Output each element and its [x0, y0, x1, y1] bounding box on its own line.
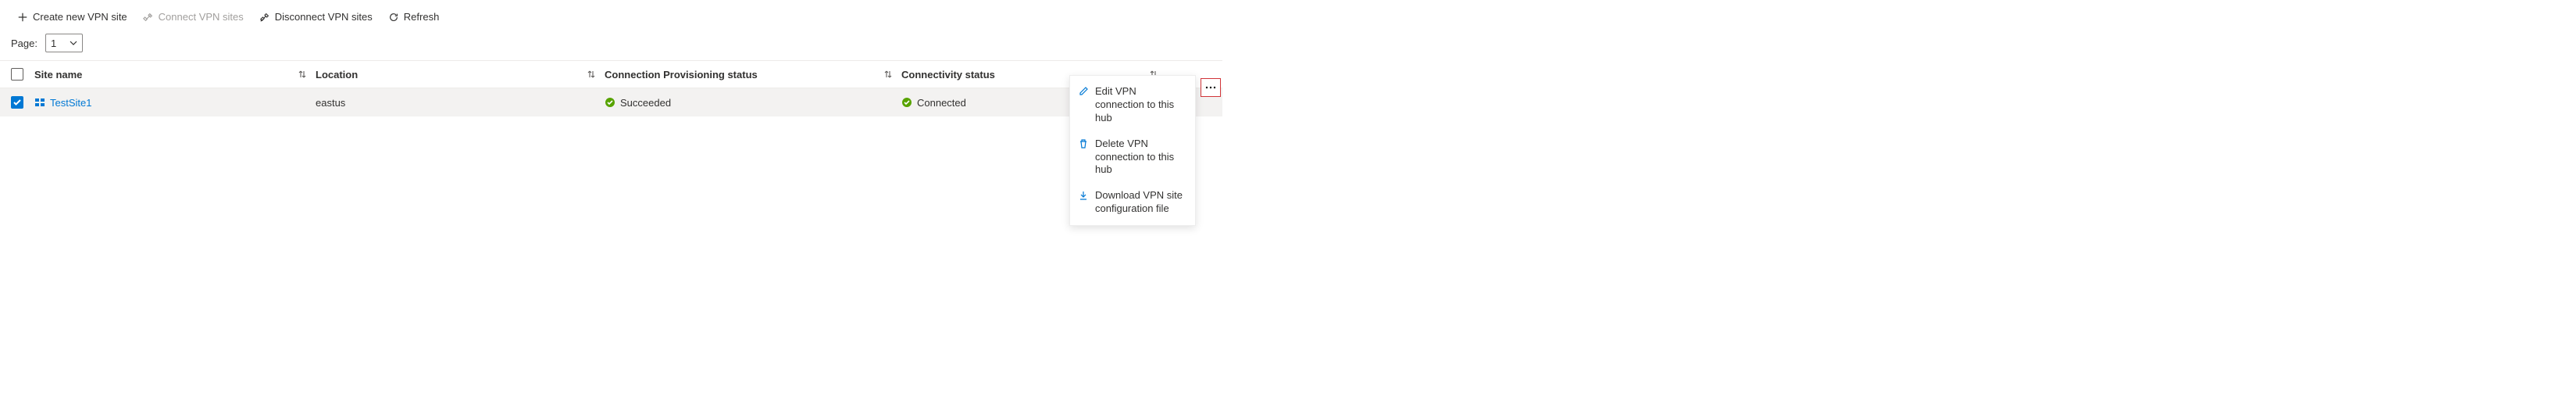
vpn-site-icon — [34, 97, 45, 108]
refresh-button[interactable]: Refresh — [382, 8, 446, 26]
refresh-label: Refresh — [404, 11, 440, 23]
trash-icon — [1078, 138, 1089, 149]
header-provisioning-label: Connection Provisioning status — [605, 69, 878, 81]
menu-download-label: Download VPN site configuration file — [1095, 189, 1187, 216]
create-label: Create new VPN site — [33, 11, 127, 23]
location-value: eastus — [316, 97, 345, 109]
success-icon — [605, 97, 615, 108]
menu-delete-connection[interactable]: Delete VPN connection to this hub — [1070, 131, 1195, 184]
download-icon — [1078, 190, 1089, 201]
menu-edit-connection[interactable]: Edit VPN connection to this hub — [1070, 79, 1195, 131]
toolbar: Create new VPN site Connect VPN sites Di… — [0, 0, 1222, 30]
disconnect-icon — [259, 12, 270, 23]
page-label: Page: — [11, 38, 37, 49]
sort-icon — [586, 69, 597, 80]
table-header: Site name Location Connection Provisioni… — [0, 60, 1222, 88]
table-row[interactable]: TestSite1 eastus Succeeded Connected — [0, 88, 1222, 116]
page-select[interactable]: 1 — [45, 34, 83, 52]
disconnect-vpn-sites-button[interactable]: Disconnect VPN sites — [253, 8, 379, 26]
connect-label: Connect VPN sites — [159, 11, 244, 23]
site-name-link[interactable]: TestSite1 — [50, 97, 91, 109]
connectivity-value: Connected — [917, 97, 966, 109]
sort-icon — [883, 69, 894, 80]
more-icon — [1205, 86, 1216, 89]
create-vpn-site-button[interactable]: Create new VPN site — [11, 8, 134, 26]
edit-icon — [1078, 86, 1089, 97]
header-site-name[interactable]: Site name — [34, 69, 316, 81]
header-location-label: Location — [316, 69, 586, 81]
sort-icon — [297, 69, 308, 80]
connect-icon — [143, 12, 154, 23]
page-value: 1 — [51, 38, 56, 49]
provisioning-value: Succeeded — [620, 97, 671, 109]
menu-edit-label: Edit VPN connection to this hub — [1095, 85, 1187, 125]
chevron-down-icon — [70, 39, 77, 47]
header-site-label: Site name — [34, 69, 292, 81]
row-more-button[interactable] — [1201, 78, 1221, 97]
select-all-checkbox[interactable] — [11, 68, 23, 81]
header-provisioning[interactable]: Connection Provisioning status — [605, 69, 901, 81]
pager: Page: 1 — [0, 30, 1222, 60]
check-icon — [12, 98, 22, 107]
row-context-menu: Edit VPN connection to this hub Delete V… — [1069, 75, 1196, 226]
menu-delete-label: Delete VPN connection to this hub — [1095, 138, 1187, 177]
connect-vpn-sites-button[interactable]: Connect VPN sites — [137, 8, 250, 26]
success-icon — [901, 97, 912, 108]
row-checkbox[interactable] — [11, 96, 23, 109]
header-location[interactable]: Location — [316, 69, 605, 81]
refresh-icon — [388, 12, 399, 23]
menu-download-config[interactable]: Download VPN site configuration file — [1070, 183, 1195, 222]
disconnect-label: Disconnect VPN sites — [275, 11, 373, 23]
plus-icon — [17, 12, 28, 23]
